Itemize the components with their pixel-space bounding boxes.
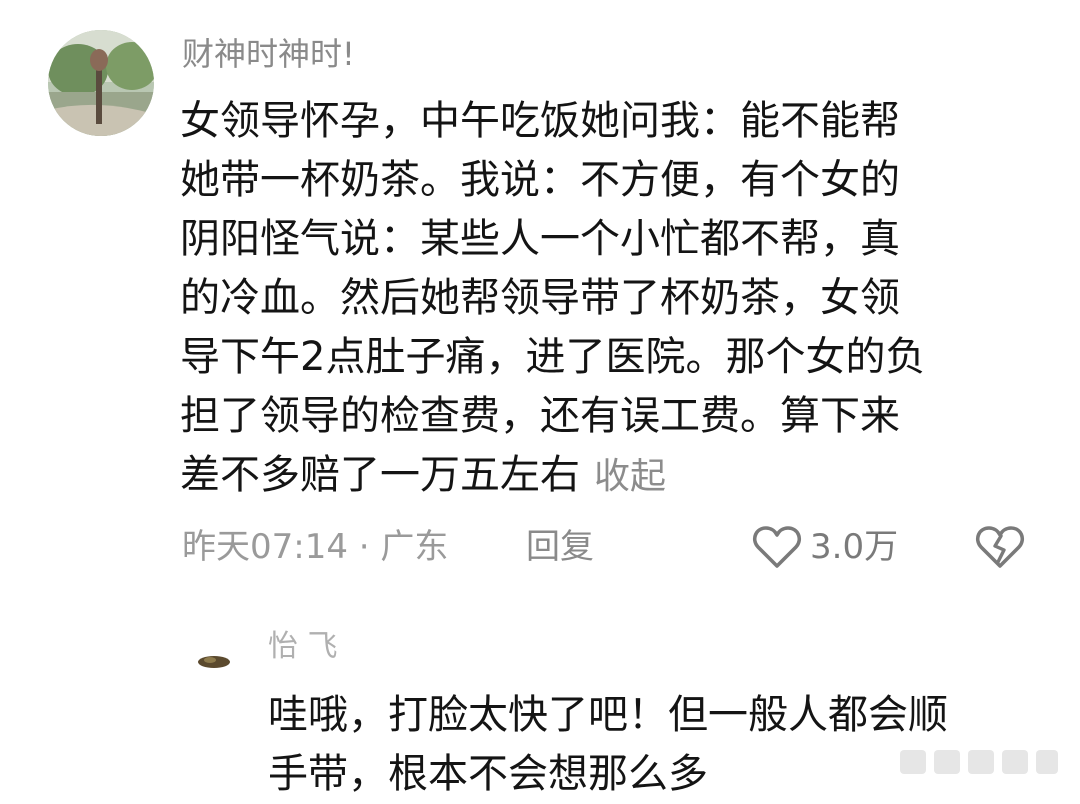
comment-line: 她带一杯奶茶。我说：不方便，有个女的 — [180, 157, 900, 203]
reply-username[interactable]: 怡 飞 — [268, 628, 338, 666]
watermark-logo — [900, 750, 1058, 774]
avatar-image — [48, 30, 154, 136]
comment-line: 担了领导的检查费，还有误工费。算下来 — [180, 393, 900, 439]
comment-text: 女领导怀孕，中午吃饭她问我：能不能帮 她带一杯奶茶。我说：不方便，有个女的 阴阳… — [180, 92, 1040, 506]
heart-outline-icon — [753, 526, 801, 568]
like-count: 3.0万 — [810, 527, 899, 567]
comment-line: 导下午2点肚子痛，进了医院。那个女的负 — [180, 334, 926, 380]
like-button[interactable]: 3.0万 — [752, 524, 898, 570]
collapse-button[interactable]: 收起 — [594, 456, 666, 497]
commenter-username[interactable]: 财神时神时! — [182, 34, 355, 74]
reply-avatar-icon[interactable] — [196, 652, 232, 670]
comment-line: 女领导怀孕，中午吃饭她问我：能不能帮 — [180, 98, 900, 144]
comment-line: 阴阳怪气说：某些人一个小忙都不帮，真 — [180, 216, 900, 262]
reply-button[interactable]: 回复 — [526, 524, 594, 570]
comment-last-line: 差不多赔了一万五左右 收起 — [180, 446, 1040, 506]
reply-line: 哇哦，打脸太快了吧！但一般人都会顺 — [268, 692, 948, 738]
comment-line: 的冷血。然后她帮领导带了杯奶茶，女领 — [180, 275, 900, 321]
comment-timestamp: 昨天07:14 · 广东 — [182, 527, 449, 567]
comment-meta-row: 昨天07:14 · 广东 回复 3.0万 — [182, 524, 1042, 570]
broken-heart-icon[interactable] — [975, 524, 1025, 570]
commenter-avatar[interactable] — [48, 30, 154, 136]
comment-line: 差不多赔了一万五左右 — [180, 452, 580, 498]
